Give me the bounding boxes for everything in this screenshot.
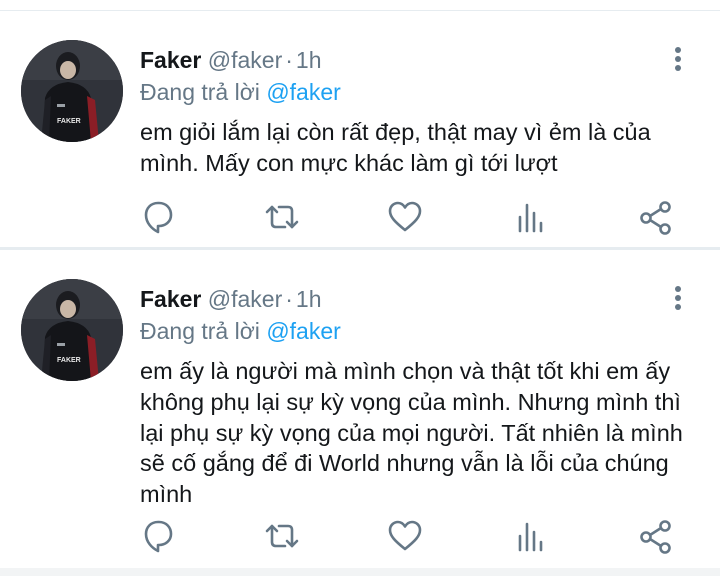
share-icon[interactable]	[636, 516, 676, 556]
timestamp[interactable]: 1h	[296, 286, 322, 312]
tweet[interactable]: FAKER Faker @faker · 1h Đang trả lời @fake…	[0, 250, 720, 568]
reply-icon[interactable]	[138, 197, 178, 237]
tweet-text: em giỏi lắm lại còn rất đẹp, thật may vì…	[140, 119, 651, 176]
reply-mention-link[interactable]: @faker	[266, 318, 340, 344]
avatar-image: FAKER	[21, 40, 123, 142]
avatar-image: FAKER	[21, 279, 123, 381]
tweet-header: Faker @faker · 1h	[140, 284, 322, 314]
avatar[interactable]: FAKER	[21, 279, 123, 381]
reply-prefix: Đang trả lời	[140, 318, 267, 344]
heart-icon[interactable]	[385, 197, 425, 237]
tweet-divider	[0, 568, 720, 576]
avatar-jersey-text: FAKER	[57, 357, 81, 364]
handle[interactable]: @faker	[208, 47, 282, 73]
more-vertical-icon[interactable]	[666, 45, 690, 75]
more-vertical-icon[interactable]	[666, 284, 690, 314]
reply-mention-link[interactable]: @faker	[266, 79, 340, 105]
retweet-icon[interactable]	[262, 197, 302, 237]
share-icon[interactable]	[636, 197, 676, 237]
avatar[interactable]: FAKER	[21, 40, 123, 142]
reply-icon[interactable]	[138, 516, 178, 556]
reply-context: Đang trả lời @faker	[140, 316, 341, 346]
tweet-text: em ấy là người mà mình chọn và thật tốt …	[140, 358, 683, 508]
tweet[interactable]: FAKER Faker @faker · 1h Đang trả lời @fake…	[0, 11, 720, 247]
reply-prefix: Đang trả lời	[140, 79, 267, 105]
retweet-icon[interactable]	[262, 516, 302, 556]
tweet-actions	[0, 197, 720, 237]
tweet-actions	[0, 516, 720, 556]
top-divider	[0, 0, 720, 11]
avatar-jersey-text: FAKER	[57, 118, 81, 125]
display-name[interactable]: Faker	[140, 286, 201, 312]
analytics-icon[interactable]	[511, 197, 551, 237]
timestamp[interactable]: 1h	[296, 47, 322, 73]
analytics-icon[interactable]	[511, 516, 551, 556]
handle[interactable]: @faker	[208, 286, 282, 312]
separator-dot: ·	[285, 286, 293, 312]
display-name[interactable]: Faker	[140, 47, 201, 73]
heart-icon[interactable]	[385, 516, 425, 556]
separator-dot: ·	[285, 47, 293, 73]
reply-context: Đang trả lời @faker	[140, 77, 341, 107]
timeline: FAKER Faker @faker · 1h Đang trả lời @fake…	[0, 0, 720, 576]
tweet-header: Faker @faker · 1h	[140, 45, 322, 75]
